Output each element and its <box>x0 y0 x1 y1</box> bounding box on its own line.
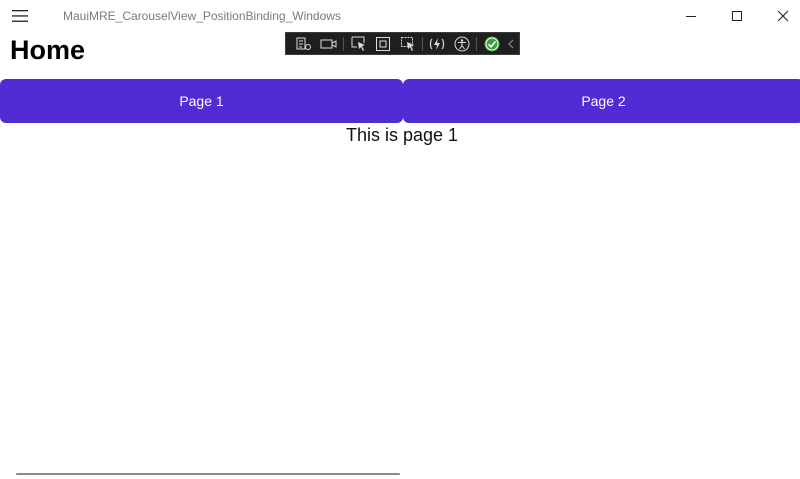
select-element-icon[interactable] <box>346 33 371 54</box>
live-visual-tree-icon[interactable] <box>292 33 317 54</box>
carousel-scrollbar[interactable] <box>16 473 400 475</box>
display-adorners-icon[interactable] <box>371 33 396 54</box>
close-button[interactable] <box>760 0 800 32</box>
maximize-icon <box>732 11 742 21</box>
tab-page-1-button[interactable]: Page 1 <box>0 79 403 123</box>
tab-page-2-label: Page 2 <box>581 93 626 109</box>
close-icon <box>777 10 789 22</box>
title-bar: MauiMRE_CarouselView_PositionBinding_Win… <box>0 0 800 32</box>
chevron-left-icon[interactable] <box>504 33 519 54</box>
debug-toolbar <box>285 32 520 55</box>
toolbar-separator <box>476 36 478 51</box>
toolbar-separator <box>422 36 424 51</box>
hot-reload-icon[interactable] <box>425 33 450 54</box>
minimize-button[interactable] <box>668 0 714 32</box>
maximize-button[interactable] <box>714 0 760 32</box>
window-title: MauiMRE_CarouselView_PositionBinding_Win… <box>63 9 341 23</box>
minimize-icon <box>686 16 696 17</box>
video-camera-icon[interactable] <box>317 33 342 54</box>
checkmark-icon[interactable] <box>479 33 504 54</box>
tab-page-1-label: Page 1 <box>179 93 224 109</box>
tab-page-2-button[interactable]: Page 2 <box>403 79 800 123</box>
carousel-page-text: This is page 1 <box>345 125 459 145</box>
track-focus-icon[interactable] <box>395 33 420 54</box>
toolbar-separator <box>343 36 345 51</box>
hamburger-icon[interactable] <box>6 4 34 28</box>
page-title: Home <box>10 35 86 65</box>
accessibility-icon[interactable] <box>450 33 475 54</box>
